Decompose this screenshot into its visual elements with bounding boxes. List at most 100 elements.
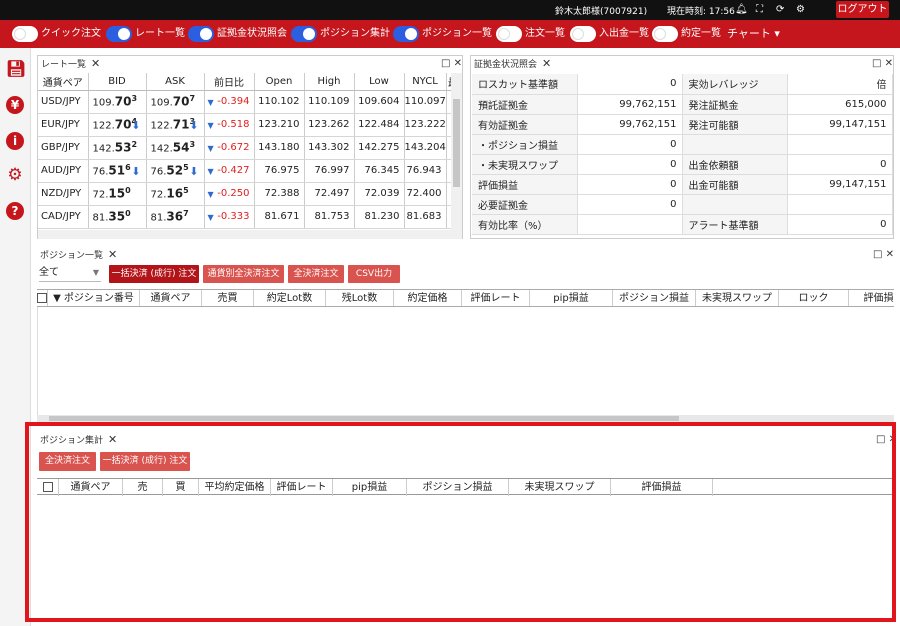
column-header[interactable]: Low — [354, 73, 405, 91]
yen-icon[interactable]: ¥ — [6, 96, 24, 114]
close-icon[interactable]: ✕ — [454, 58, 462, 69]
column-header[interactable]: Open — [254, 73, 305, 91]
rate-row[interactable]: NZD/JPY 72.150 72.165 ▼ -0.250 72.388 72.497 72… — [38, 182, 451, 206]
ask-price[interactable]: 142.543 — [146, 136, 205, 160]
maximize-icon[interactable]: □ — [872, 58, 881, 69]
column-header[interactable]: 通貨ペア — [140, 290, 202, 306]
bid-price[interactable]: 72.150 — [88, 182, 147, 206]
toggle-order-list[interactable]: 注文一覧 — [496, 26, 565, 42]
help-icon[interactable]: ? — [6, 202, 24, 220]
column-header[interactable]: pip損益 — [333, 479, 407, 496]
toggle-switch[interactable] — [291, 26, 317, 42]
vertical-scrollbar[interactable] — [451, 73, 462, 230]
column-header[interactable]: 平均約定価格 — [199, 479, 271, 496]
bulk-market-close-button[interactable]: 一括決済 (成行) 注文 — [100, 452, 190, 471]
column-header[interactable]: NYCL — [404, 73, 447, 91]
bid-price[interactable]: 76.516 ⬇ — [88, 159, 147, 183]
rate-row[interactable]: EUR/JPY 122.704 ⬇ 122.713 ⬇ ▼ -0.518 123.210 123… — [38, 113, 451, 137]
ask-price[interactable]: 81.367 — [146, 205, 205, 229]
column-header[interactable]: 未実現スワップ — [509, 479, 611, 496]
gear-icon[interactable]: ⚙ — [796, 3, 805, 17]
select-all-checkbox[interactable] — [37, 290, 48, 306]
close-all-button[interactable]: 全決済注文 — [39, 452, 96, 471]
column-header[interactable]: 残Lot数 — [326, 290, 394, 306]
toggle-switch[interactable] — [652, 26, 678, 42]
toggle-rate-list[interactable]: レート一覧 — [106, 26, 185, 42]
column-header[interactable]: 約定Lot数 — [254, 290, 326, 306]
toggle-deposit-list[interactable]: 入出金一覧 — [570, 26, 649, 42]
ask-price[interactable]: 76.525 ⬇ — [146, 159, 205, 183]
maximize-icon[interactable]: □ — [441, 58, 450, 69]
column-header[interactable]: BID — [88, 73, 147, 91]
select-all-checkbox[interactable] — [37, 479, 59, 496]
column-header[interactable]: 評価レート — [271, 479, 333, 496]
toggle-switch[interactable] — [393, 26, 419, 42]
column-header[interactable]: 評価損 — [849, 290, 894, 306]
filter-select[interactable]: 全て ▼ — [39, 264, 101, 282]
toggle-position-list[interactable]: ポジション一覧 — [393, 26, 492, 42]
triangle-down-icon: ▼ — [207, 212, 214, 222]
column-header[interactable]: 約定価格 — [394, 290, 462, 306]
column-header[interactable]: ASK — [146, 73, 205, 91]
column-header[interactable]: 通貨ペア — [38, 73, 89, 91]
toggle-switch[interactable] — [496, 26, 522, 42]
column-header[interactable]: 売 — [123, 479, 163, 496]
toggle-switch[interactable] — [188, 26, 214, 42]
horizontal-scrollbar[interactable] — [37, 415, 894, 422]
toggle-quick-order[interactable]: クイック注文 — [12, 26, 101, 42]
close-icon[interactable]: ✕ — [885, 58, 893, 69]
bell-icon[interactable]: 🔔︎ — [735, 3, 748, 17]
info-icon[interactable]: i — [6, 132, 24, 150]
toggle-switch[interactable] — [12, 26, 38, 42]
maximize-icon[interactable]: □ — [873, 249, 882, 260]
refresh-icon[interactable]: ⟳ — [776, 3, 784, 17]
column-header[interactable]: 評価損益 — [611, 479, 713, 496]
toggle-switch[interactable] — [570, 26, 596, 42]
rate-row[interactable]: AUD/JPY 76.516 ⬇ 76.525 ⬇ ▼ -0.427 76.975 76.997… — [38, 159, 451, 183]
close-icon[interactable]: ✕ — [108, 248, 117, 261]
close-all-button[interactable]: 全決済注文 — [288, 265, 344, 283]
ask-price[interactable]: 122.713 ⬇ — [146, 113, 205, 137]
close-icon[interactable]: ✕ — [108, 433, 117, 446]
horizontal-scrollbar[interactable] — [38, 230, 462, 239]
column-header[interactable]: 前日比 — [204, 73, 255, 91]
bid-price[interactable]: 81.350 — [88, 205, 147, 229]
close-icon[interactable]: ✕ — [542, 57, 551, 70]
column-header[interactable]: 未実現スワップ — [696, 290, 779, 306]
column-header[interactable]: ポジション損益 — [613, 290, 696, 306]
toggle-execution-list[interactable]: 約定一覧 — [652, 26, 721, 42]
bid-price[interactable]: 109.703 — [88, 90, 147, 114]
column-header[interactable]: 通貨ペア — [59, 479, 123, 496]
save-icon[interactable]: 💾︎ — [6, 60, 26, 78]
column-header[interactable]: High — [304, 73, 355, 91]
chart-menu[interactable]: チャート ▾ — [727, 26, 780, 42]
column-header[interactable]: 買 — [163, 479, 199, 496]
toggle-position-summary[interactable]: ポジション集計 — [291, 26, 390, 42]
rate-row[interactable]: USD/JPY 109.703 109.707 ▼ -0.394 110.102 110.1… — [38, 90, 451, 114]
bid-price[interactable]: 122.704 ⬇ — [88, 113, 147, 137]
ask-price[interactable]: 72.165 — [146, 182, 205, 206]
close-by-pair-button[interactable]: 通貨別全決済注文 — [203, 265, 284, 283]
bid-price[interactable]: 142.532 — [88, 136, 147, 160]
rate-row[interactable]: CAD/JPY 81.350 81.367 ▼ -0.333 81.671 81.753 81… — [38, 205, 451, 229]
ask-price[interactable]: 109.707 — [146, 90, 205, 114]
column-header[interactable]: 売買 — [202, 290, 254, 306]
csv-export-button[interactable]: CSV出力 — [348, 265, 400, 283]
column-header[interactable]: 評価レート — [462, 290, 530, 306]
close-icon[interactable]: ✕ — [889, 434, 897, 445]
column-header[interactable]: pip損益 — [530, 290, 613, 306]
close-icon[interactable]: ✕ — [91, 57, 100, 70]
column-header[interactable]: ▼ ポジション番号 — [48, 290, 140, 306]
close-icon[interactable]: ✕ — [886, 249, 894, 260]
column-header[interactable]: ポジション損益 — [407, 479, 509, 496]
toggle-switch[interactable] — [106, 26, 132, 42]
bulk-market-close-button[interactable]: 一括決済 (成行) 注文 — [109, 265, 199, 283]
column-header[interactable]: ロック — [779, 290, 849, 306]
maximize-icon[interactable]: □ — [876, 434, 885, 445]
settings-gear-icon[interactable]: ⚙ — [6, 166, 24, 184]
margin-label: 発注可能額 — [682, 114, 788, 135]
toggle-margin-status[interactable]: 証拠金状況照会 — [188, 26, 287, 42]
logout-button[interactable]: ログアウト — [836, 1, 889, 18]
rate-row[interactable]: GBP/JPY 142.532 142.543 ▼ -0.672 143.180 143.3… — [38, 136, 451, 160]
fullscreen-icon[interactable]: ⛶ — [756, 3, 763, 17]
